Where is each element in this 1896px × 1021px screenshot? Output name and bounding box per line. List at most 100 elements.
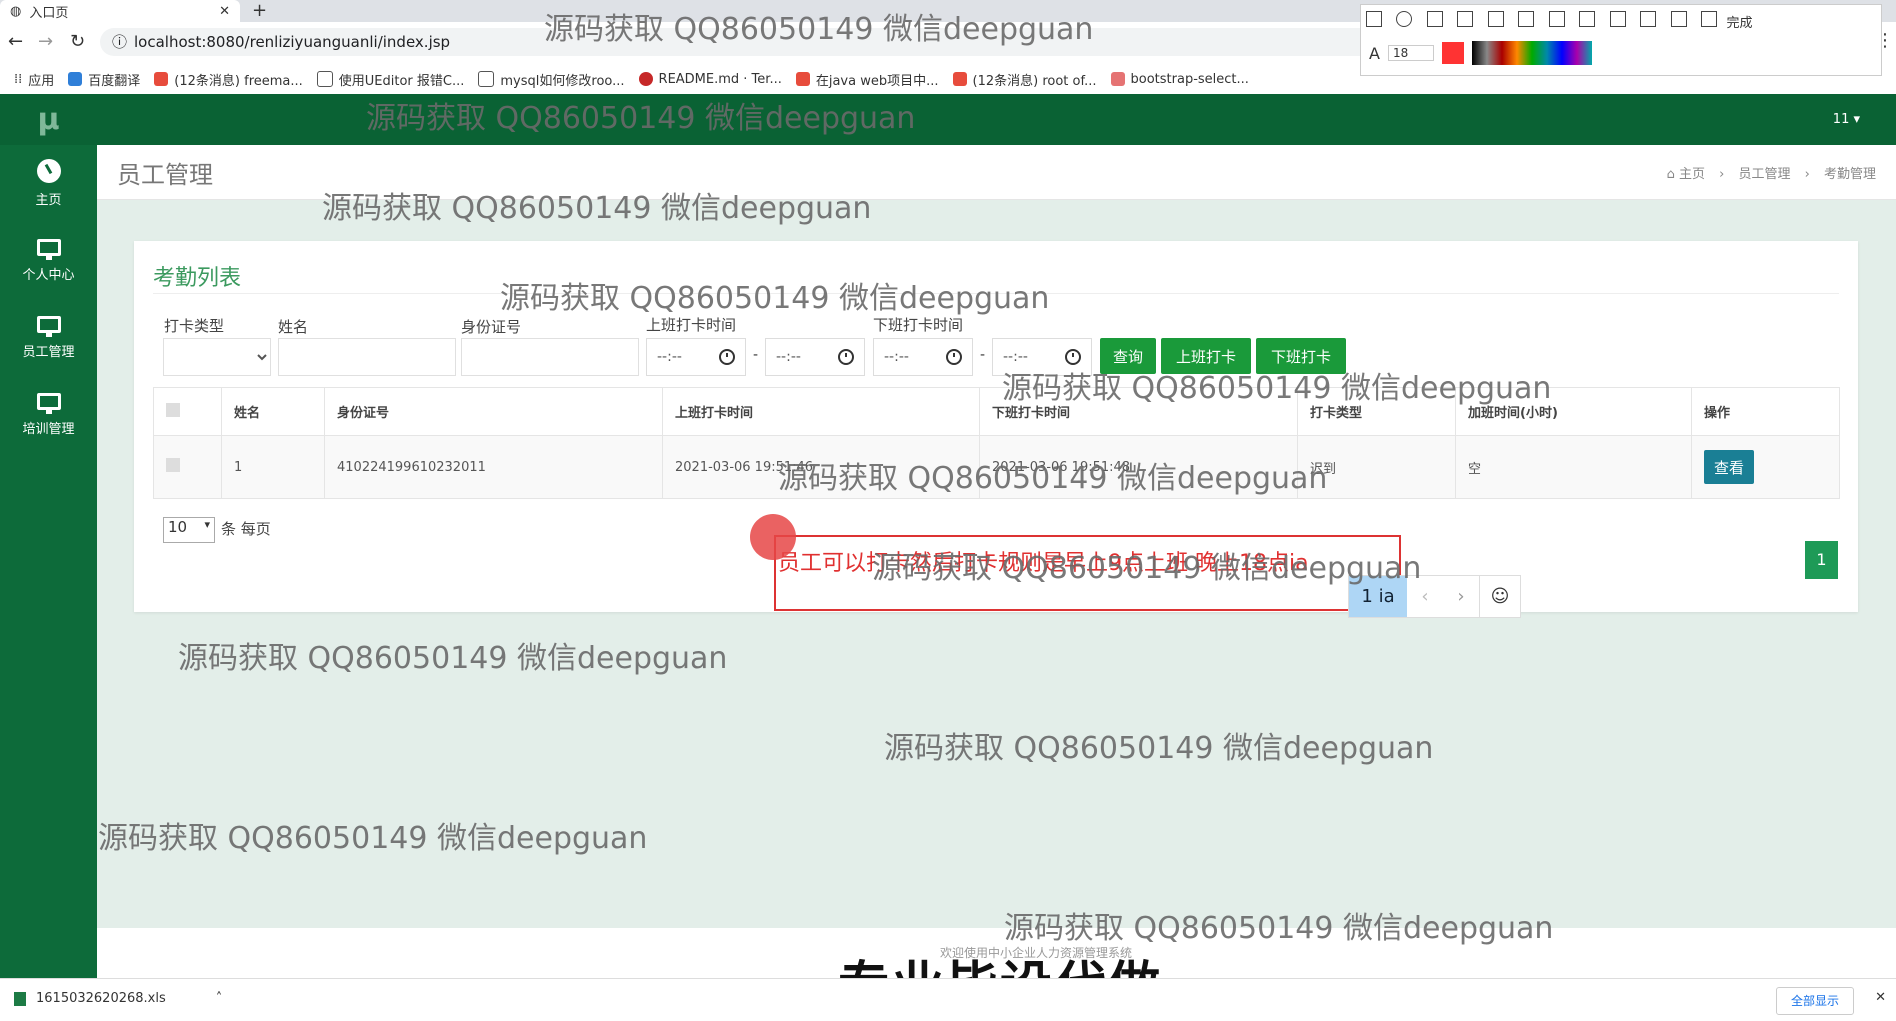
monitor-icon (36, 315, 61, 337)
bookmark-item[interactable]: mysql如何修改roo... (478, 70, 625, 89)
bookmark-favicon (154, 72, 169, 86)
bookmark-item[interactable]: 在java web项目中... (795, 70, 939, 89)
page-number-button[interactable]: 1 (1805, 541, 1838, 579)
browser-tab[interactable]: ◍ 入口页 ✕ (0, 0, 240, 22)
bookmark-item[interactable]: README.md · Ter... (638, 72, 782, 87)
download-filename: 1615032620268.xls (36, 991, 166, 1006)
monitor-icon (36, 392, 61, 414)
bookmark-apps[interactable]: ⁞⁞ 应用 (14, 70, 54, 89)
reload-icon[interactable]: ↻ (70, 31, 85, 52)
download-item[interactable]: 1615032620268.xls ˄ (14, 991, 222, 1006)
bookmark-item[interactable]: bootstrap-select... (1110, 72, 1249, 87)
new-tab-icon[interactable]: + (252, 0, 267, 21)
bookmark-favicon (952, 72, 967, 86)
save-icon[interactable] (1670, 11, 1687, 27)
chevron-up-icon[interactable]: ˄ (216, 991, 223, 1006)
dashboard-icon (36, 159, 61, 183)
forward-icon[interactable]: → (38, 31, 53, 52)
watermark: 源码获取 QQ86050149 微信deepguan (500, 281, 1050, 316)
number-tool-icon[interactable] (1548, 11, 1565, 27)
page-size-label: 条 每页 (221, 520, 271, 538)
breadcrumb-attendance: 考勤管理 (1823, 167, 1876, 182)
bookmark-favicon (795, 72, 810, 86)
done-button[interactable]: 完成 (1726, 16, 1752, 31)
screenshot-toolbar: 完成 A 18 (1360, 4, 1882, 76)
breadcrumb-employees[interactable]: 员工管理 (1738, 167, 1790, 182)
time-placeholder: --:-- (884, 349, 909, 365)
monitor-icon (36, 238, 61, 260)
watermark: 源码获取 QQ86050149 微信deepguan (778, 461, 1328, 496)
watermark: 源码获取 QQ86050149 微信deepguan (544, 12, 1094, 47)
page-size-select[interactable]: 10 ▾ (163, 517, 215, 543)
cursor-highlight (750, 514, 796, 560)
sidebar-item-profile[interactable]: 个人中心 (0, 222, 97, 299)
watermark: 源码获取 QQ86050149 微信deepguan (178, 641, 728, 676)
sidebar-item-employees[interactable]: 员工管理 (0, 299, 97, 376)
font-icon: A (1369, 43, 1380, 63)
name-label: 姓名 (278, 318, 309, 336)
checkout-time-label: 下班打卡时间 (873, 316, 964, 334)
close-snip-icon[interactable] (1700, 11, 1717, 27)
ellipse-tool-icon[interactable] (1396, 11, 1413, 27)
sidebar: 主页 个人中心 员工管理 培训管理 (0, 145, 97, 978)
checkout-time-start[interactable]: --:-- (873, 338, 973, 376)
id-number-label: 身份证号 (461, 318, 522, 336)
color-palette[interactable] (1471, 41, 1592, 65)
tab-title: 入口页 (29, 5, 69, 21)
time-placeholder: --:-- (657, 349, 682, 365)
undo-icon[interactable] (1579, 11, 1596, 27)
row-checkbox[interactable] (153, 435, 222, 499)
font-size-select[interactable]: 18 (1387, 45, 1434, 61)
bookmark-item[interactable]: 使用UEditor 报错C... (316, 70, 464, 89)
sidebar-item-home[interactable]: 主页 (0, 145, 97, 222)
bookmark-item[interactable]: (12条消息) freema... (154, 70, 303, 89)
name-input[interactable] (278, 338, 456, 376)
id-number-input[interactable] (461, 338, 639, 376)
cell-id: 410224199610232011 (324, 435, 663, 499)
checkin-time-start[interactable]: --:-- (646, 338, 746, 376)
sidebar-item-label: 培训管理 (22, 421, 75, 437)
watermark: 源码获取 QQ86050149 微信deepguan (98, 821, 648, 856)
bookmark-favicon (638, 72, 653, 86)
current-color-swatch[interactable] (1441, 42, 1464, 64)
bookmark-favicon (316, 71, 333, 87)
close-tab-icon[interactable]: ✕ (219, 4, 230, 19)
pen-tool-icon[interactable] (1457, 11, 1474, 27)
app-logo: μ (37, 102, 60, 137)
mosaic-tool-icon[interactable] (1487, 11, 1504, 27)
emoji-icon[interactable]: ☺ (1480, 576, 1520, 617)
arrow-tool-icon[interactable] (1426, 11, 1443, 27)
page-title: 员工管理 (117, 161, 213, 189)
watermark: 源码获取 QQ86050149 微信deepguan (322, 191, 872, 226)
text-tool-icon[interactable] (1518, 11, 1535, 27)
checkin-time-label: 上班打卡时间 (646, 316, 737, 334)
time-placeholder: --:-- (776, 349, 801, 365)
watermark: 源码获取 QQ86050149 微信deepguan (884, 731, 1434, 766)
chevron-down-icon: ▾ (204, 518, 210, 531)
view-button[interactable]: 查看 (1704, 450, 1754, 484)
select-all-checkbox[interactable] (153, 387, 222, 436)
column-header: 操作 (1691, 387, 1840, 436)
show-all-button[interactable]: 全部显示 (1776, 987, 1854, 1015)
ocr-icon[interactable] (1640, 11, 1657, 27)
ime-next-icon[interactable]: › (1443, 576, 1480, 617)
bookmark-item[interactable]: 百度翻译 (68, 70, 140, 89)
watermark: 源码获取 QQ86050149 微信deepguan (1004, 911, 1554, 946)
file-icon (14, 991, 26, 1006)
punch-type-label: 打卡类型 (164, 317, 225, 335)
watermark: 源码获取 QQ86050149 微信deepguan (1002, 371, 1552, 406)
clock-icon (946, 349, 962, 365)
breadcrumb-home[interactable]: 主页 (1679, 167, 1705, 182)
checkin-time-end[interactable]: --:-- (765, 338, 865, 376)
back-icon[interactable]: ← (8, 31, 23, 52)
column-header: 上班打卡时间 (662, 387, 980, 436)
sidebar-item-training[interactable]: 培训管理 (0, 376, 97, 453)
close-download-bar-icon[interactable]: ✕ (1875, 990, 1886, 1005)
range-separator: - (753, 347, 759, 363)
user-menu[interactable]: 11 ▾ (1833, 94, 1860, 145)
rectangle-tool-icon[interactable] (1366, 11, 1382, 27)
cell-action: 查看 (1691, 435, 1840, 499)
punch-type-select[interactable] (163, 338, 271, 376)
bookmark-item[interactable]: (12条消息) root of... (952, 70, 1097, 89)
pin-icon[interactable] (1609, 11, 1626, 27)
